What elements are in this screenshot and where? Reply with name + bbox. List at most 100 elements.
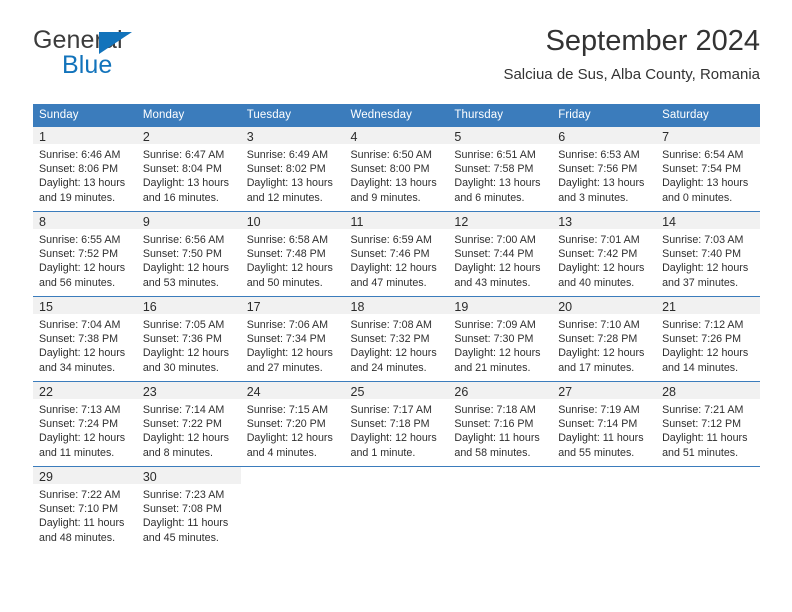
calendar-week-row: 8 Sunrise: 6:55 AM Sunset: 7:52 PM Daylight… [33, 211, 760, 297]
calendar-day-cell[interactable]: 12 Sunrise: 7:00 AM Sunset: 7:44 PM Dayligh… [448, 211, 553, 297]
calendar-day-cell[interactable]: 18 Sunrise: 7:08 AM Sunset: 7:32 PM Dayligh… [344, 296, 449, 382]
calendar-day-cell[interactable]: 23 Sunrise: 7:14 AM Sunset: 7:22 PM Dayligh… [136, 381, 241, 467]
day-number: 20 [558, 300, 573, 314]
day-sun-info: Sunrise: 7:01 AM Sunset: 7:42 PM Daylight:… [552, 229, 656, 290]
calendar-day-cell[interactable]: 28 Sunrise: 7:21 AM Sunset: 7:12 PM Dayligh… [656, 381, 760, 467]
day-cell-content [552, 467, 656, 551]
calendar-day-cell[interactable]: 9 Sunrise: 6:56 AM Sunset: 7:50 PM Daylight… [136, 211, 241, 297]
day-sun-info: Sunrise: 7:08 AM Sunset: 7:32 PM Daylight:… [345, 314, 449, 375]
day-sun-info: Sunrise: 7:12 AM Sunset: 7:26 PM Daylight:… [656, 314, 760, 375]
calendar-day-cell[interactable]: 4 Sunrise: 6:50 AM Sunset: 8:00 PM Daylight… [344, 127, 449, 212]
day-sun-info: Sunrise: 7:14 AM Sunset: 7:22 PM Daylight:… [137, 399, 241, 460]
day-number: 13 [558, 215, 573, 229]
calendar-day-cell[interactable]: 13 Sunrise: 7:01 AM Sunset: 7:42 PM Dayligh… [552, 211, 657, 297]
day-sun-info: Sunrise: 6:53 AM Sunset: 7:56 PM Daylight:… [552, 144, 656, 205]
calendar-day-cell [656, 466, 760, 551]
weekday-header-thursday: Thursday [448, 104, 553, 127]
day-cell-content: 21 Sunrise: 7:12 AM Sunset: 7:26 PM Dayligh… [656, 297, 760, 381]
day-number: 14 [662, 215, 676, 229]
calendar-day-cell[interactable]: 30 Sunrise: 7:23 AM Sunset: 7:08 PM Dayligh… [136, 466, 241, 551]
day-sun-info: Sunrise: 7:17 AM Sunset: 7:18 PM Daylight:… [345, 399, 449, 460]
calendar-day-cell [448, 466, 553, 551]
calendar-day-cell[interactable]: 3 Sunrise: 6:49 AM Sunset: 8:02 PM Daylight… [240, 127, 345, 212]
day-sun-info: Sunrise: 6:50 AM Sunset: 8:00 PM Daylight:… [345, 144, 449, 205]
calendar-day-cell[interactable]: 6 Sunrise: 6:53 AM Sunset: 7:56 PM Daylight… [552, 127, 657, 212]
day-cell-content: 3 Sunrise: 6:49 AM Sunset: 8:02 PM Daylight… [240, 127, 345, 211]
sunset-time: Sunset: 7:48 PM [246, 248, 326, 261]
daylight-duration-line2: and 19 minutes. [39, 191, 116, 204]
calendar-day-cell[interactable]: 5 Sunrise: 6:51 AM Sunset: 7:58 PM Daylight… [448, 127, 553, 212]
calendar-day-cell[interactable]: 8 Sunrise: 6:55 AM Sunset: 7:52 PM Daylight… [33, 211, 137, 297]
daylight-duration-line2: and 40 minutes. [558, 276, 635, 289]
sunset-time: Sunset: 7:14 PM [558, 418, 638, 431]
calendar-day-cell[interactable]: 15 Sunrise: 7:04 AM Sunset: 7:38 PM Dayligh… [33, 296, 137, 382]
weekday-header-friday: Friday [552, 104, 657, 127]
daylight-duration-line2: and 8 minutes. [142, 446, 213, 459]
daylight-duration-line2: and 56 minutes. [39, 276, 116, 289]
daylight-duration-line1: Daylight: 12 hours [454, 347, 541, 360]
brand-logo[interactable]: General Blue [33, 26, 263, 88]
day-number: 15 [39, 300, 53, 314]
daylight-duration-line2: and 43 minutes. [454, 276, 531, 289]
daylight-duration-line2: and 24 minutes. [350, 361, 427, 374]
day-cell-content: 24 Sunrise: 7:15 AM Sunset: 7:20 PM Dayligh… [240, 382, 345, 466]
sunrise-time: Sunrise: 6:56 AM [142, 234, 225, 246]
weekday-header-saturday: Saturday [656, 104, 760, 127]
calendar-day-cell[interactable]: 2 Sunrise: 6:47 AM Sunset: 8:04 PM Daylight… [136, 127, 241, 212]
calendar-day-cell[interactable]: 27 Sunrise: 7:19 AM Sunset: 7:14 PM Dayligh… [552, 381, 657, 467]
brand-name-blue: Blue [62, 51, 113, 79]
daylight-duration-line2: and 3 minutes. [558, 191, 629, 204]
day-sun-info: Sunrise: 7:06 AM Sunset: 7:34 PM Daylight:… [241, 314, 345, 375]
sunset-time: Sunset: 7:36 PM [142, 333, 222, 346]
daylight-duration-line2: and 16 minutes. [142, 191, 219, 204]
calendar-day-cell[interactable]: 20 Sunrise: 7:10 AM Sunset: 7:28 PM Dayligh… [552, 296, 657, 382]
day-cell-content: 25 Sunrise: 7:17 AM Sunset: 7:18 PM Dayligh… [344, 382, 449, 466]
daylight-duration-line2: and 14 minutes. [662, 361, 739, 374]
calendar-day-cell[interactable]: 10 Sunrise: 6:58 AM Sunset: 7:48 PM Dayligh… [240, 211, 345, 297]
daylight-duration-line2: and 27 minutes. [246, 361, 323, 374]
calendar-day-cell[interactable]: 29 Sunrise: 7:22 AM Sunset: 7:10 PM Dayligh… [33, 466, 137, 551]
daylight-duration-line1: Daylight: 12 hours [558, 262, 645, 275]
day-cell-content: 14 Sunrise: 7:03 AM Sunset: 7:40 PM Dayligh… [656, 212, 760, 296]
calendar-day-cell[interactable]: 22 Sunrise: 7:13 AM Sunset: 7:24 PM Dayligh… [33, 381, 137, 467]
daylight-duration-line1: Daylight: 12 hours [350, 432, 437, 445]
day-sun-info: Sunrise: 7:15 AM Sunset: 7:20 PM Daylight:… [241, 399, 345, 460]
day-number: 19 [454, 300, 469, 314]
sunset-time: Sunset: 7:42 PM [558, 248, 638, 261]
day-cell-content: 27 Sunrise: 7:19 AM Sunset: 7:14 PM Dayligh… [552, 382, 657, 466]
daylight-duration-line1: Daylight: 12 hours [350, 347, 437, 360]
calendar-week-row: 15 Sunrise: 7:04 AM Sunset: 7:38 PM Dayligh… [33, 296, 760, 382]
sunrise-time: Sunrise: 7:10 AM [558, 319, 640, 331]
calendar-day-cell[interactable]: 21 Sunrise: 7:12 AM Sunset: 7:26 PM Dayligh… [656, 296, 760, 382]
daylight-duration-line1: Daylight: 12 hours [454, 262, 541, 275]
day-number: 24 [246, 385, 261, 399]
sunrise-time: Sunrise: 7:23 AM [142, 489, 225, 501]
calendar-day-cell[interactable]: 16 Sunrise: 7:05 AM Sunset: 7:36 PM Dayligh… [136, 296, 241, 382]
day-sun-info: Sunrise: 6:58 AM Sunset: 7:48 PM Daylight:… [241, 229, 345, 290]
calendar-day-cell[interactable]: 19 Sunrise: 7:09 AM Sunset: 7:30 PM Dayligh… [448, 296, 553, 382]
calendar-day-cell[interactable]: 17 Sunrise: 7:06 AM Sunset: 7:34 PM Dayligh… [240, 296, 345, 382]
sunset-time: Sunset: 8:02 PM [246, 163, 326, 176]
daylight-duration-line1: Daylight: 11 hours [142, 517, 229, 530]
sunset-time: Sunset: 7:08 PM [142, 503, 222, 516]
daylight-duration-line1: Daylight: 12 hours [662, 347, 749, 360]
page-header: General Blue September 2024 Salciua de S… [33, 25, 760, 98]
day-number-bar: 23 [136, 382, 241, 399]
daylight-duration-line2: and 4 minutes. [246, 446, 317, 459]
day-number: 17 [246, 300, 261, 314]
day-number: 7 [662, 130, 670, 144]
calendar-day-cell[interactable]: 24 Sunrise: 7:15 AM Sunset: 7:20 PM Dayligh… [240, 381, 345, 467]
calendar-day-cell[interactable]: 7 Sunrise: 6:54 AM Sunset: 7:54 PM Daylight… [656, 127, 760, 212]
day-number: 4 [350, 130, 358, 144]
calendar-day-cell[interactable]: 11 Sunrise: 6:59 AM Sunset: 7:46 PM Dayligh… [344, 211, 449, 297]
day-sun-info [241, 484, 345, 488]
calendar-day-cell[interactable]: 25 Sunrise: 7:17 AM Sunset: 7:18 PM Dayligh… [344, 381, 449, 467]
daylight-duration-line1: Daylight: 13 hours [350, 177, 437, 190]
calendar-day-cell[interactable]: 26 Sunrise: 7:18 AM Sunset: 7:16 PM Dayligh… [448, 381, 553, 467]
day-number: 5 [454, 130, 462, 144]
calendar-day-cell[interactable]: 1 Sunrise: 6:46 AM Sunset: 8:06 PM Daylight… [33, 127, 137, 212]
day-number: 6 [558, 130, 566, 144]
day-number: 22 [39, 385, 53, 399]
day-sun-info: Sunrise: 7:10 AM Sunset: 7:28 PM Daylight:… [552, 314, 656, 375]
calendar-day-cell[interactable]: 14 Sunrise: 7:03 AM Sunset: 7:40 PM Dayligh… [656, 211, 760, 297]
